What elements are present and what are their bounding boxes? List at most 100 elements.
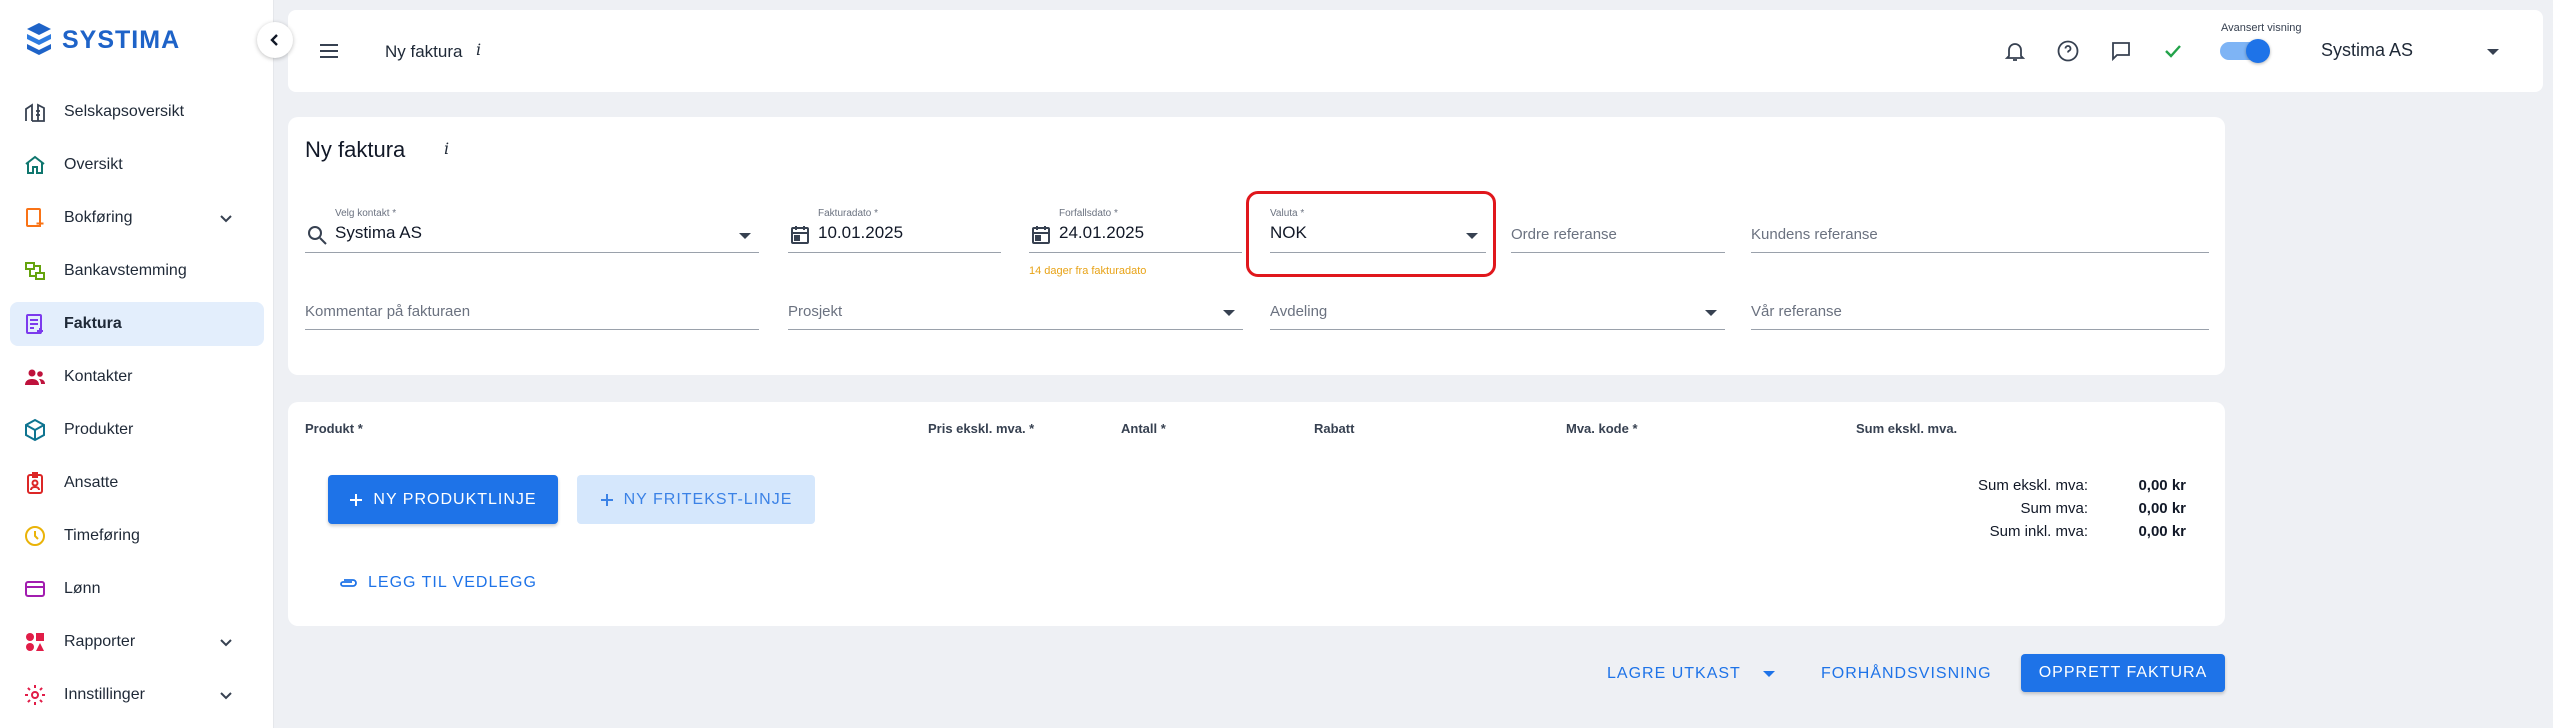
caret-down-icon[interactable] bbox=[2486, 48, 2500, 56]
logo-text: SYSTIMA bbox=[62, 25, 181, 54]
sidebar-item-oversikt[interactable]: Oversikt bbox=[10, 143, 264, 187]
systima-logo[interactable]: SYSTIMA bbox=[24, 20, 180, 60]
bank-reconcile-icon bbox=[22, 258, 48, 284]
caret-down-icon[interactable] bbox=[1762, 670, 1775, 678]
new-product-line-button[interactable]: NY PRODUKTLINJE bbox=[328, 475, 558, 524]
sidebar-item-label: Bankavstemming bbox=[64, 262, 187, 279]
sidebar-item-label: Innstillinger bbox=[64, 686, 145, 703]
company-select[interactable]: Systima AS bbox=[2321, 40, 2511, 61]
due-date-value: 24.01.2025 bbox=[1059, 223, 1145, 242]
column-header-price: Pris ekskl. mva. * bbox=[928, 421, 1035, 436]
menu-icon[interactable] bbox=[316, 38, 342, 64]
sidebar-item-timeforing[interactable]: Timeføring bbox=[10, 514, 264, 558]
info-icon[interactable]: i bbox=[444, 139, 449, 158]
invoice-date-field[interactable]: Fakturadato * 10.01.2025 bbox=[788, 205, 1001, 253]
invoice-date-value: 10.01.2025 bbox=[818, 223, 904, 242]
department-placeholder: Avdeling bbox=[1270, 303, 1328, 320]
sum-vat-value: 0,00 kr bbox=[2138, 500, 2186, 517]
help-button[interactable] bbox=[2053, 36, 2083, 66]
column-header-sum: Sum ekskl. mva. bbox=[1856, 421, 1958, 436]
status-check bbox=[2158, 36, 2188, 66]
accounting-icon bbox=[22, 205, 48, 231]
sidebar: SYSTIMA Selskapsoversikt Oversikt Bokfør… bbox=[0, 0, 274, 728]
order-reference-placeholder: Ordre referanse bbox=[1511, 226, 1617, 243]
sidebar-item-selskapsoversikt[interactable]: Selskapsoversikt bbox=[10, 90, 264, 134]
sidebar-item-kontakter[interactable]: Kontakter bbox=[10, 355, 264, 399]
caret-down-icon bbox=[1705, 310, 1717, 316]
new-product-line-label: NY PRODUKTLINJE bbox=[373, 490, 537, 508]
advanced-view-label: Avansert visning bbox=[2221, 22, 2302, 34]
invoice-form-card: Ny faktura i Velg kontakt * Systima AS F… bbox=[288, 117, 2225, 375]
sum-vat-label: Sum mva: bbox=[2020, 500, 2088, 517]
sidebar-item-label: Selskapsoversikt bbox=[64, 103, 185, 120]
search-icon bbox=[308, 226, 327, 245]
chevron-down-icon[interactable] bbox=[218, 687, 234, 703]
form-title: Ny faktura bbox=[305, 137, 406, 162]
info-icon[interactable]: i bbox=[476, 40, 481, 59]
clock-icon bbox=[22, 523, 48, 549]
sidebar-item-label: Kontakter bbox=[64, 368, 133, 385]
reports-icon bbox=[22, 629, 48, 655]
chevron-down-icon[interactable] bbox=[218, 210, 234, 226]
preview-button[interactable]: FORHÅNDSVISNING bbox=[1821, 654, 1992, 694]
due-date-field[interactable]: Forfallsdato * 24.01.2025 bbox=[1029, 205, 1242, 253]
sidebar-item-bankavstemming[interactable]: Bankavstemming bbox=[10, 249, 264, 293]
column-header-product: Produkt * bbox=[305, 421, 363, 436]
sidebar-item-innstillinger[interactable]: Innstillinger bbox=[10, 673, 264, 717]
new-free-text-line-button[interactable]: NY FRITEKST-LINJE bbox=[577, 475, 815, 524]
order-reference-input[interactable]: Ordre referanse bbox=[1511, 205, 1725, 253]
sidebar-item-rapporter[interactable]: Rapporter bbox=[10, 620, 264, 664]
settings-icon bbox=[22, 682, 48, 708]
project-select[interactable]: Prosjekt bbox=[788, 282, 1243, 330]
comment-input[interactable]: Kommentar på fakturaen bbox=[305, 282, 759, 330]
chat-icon bbox=[2112, 42, 2130, 62]
toggle-thumb bbox=[2246, 39, 2270, 63]
advanced-view-toggle[interactable] bbox=[2220, 39, 2270, 63]
sum-incl-vat-label: Sum inkl. mva: bbox=[1989, 523, 2088, 540]
new-free-text-line-label: NY FRITEKST-LINJE bbox=[623, 490, 793, 508]
collapse-sidebar-button[interactable] bbox=[257, 22, 293, 58]
department-select[interactable]: Avdeling bbox=[1270, 282, 1725, 330]
sidebar-item-faktura[interactable]: Faktura bbox=[10, 302, 264, 346]
page-title: Ny faktura bbox=[385, 42, 463, 61]
contact-value: Systima AS bbox=[335, 223, 422, 242]
add-attachment-button[interactable]: LEGG TIL VEDLEGG bbox=[338, 568, 537, 598]
sum-incl-vat-value: 0,00 kr bbox=[2138, 523, 2186, 540]
column-header-discount: Rabatt bbox=[1314, 421, 1355, 436]
company-overview-icon bbox=[22, 99, 48, 125]
products-icon bbox=[22, 417, 48, 443]
save-draft-button[interactable]: LAGRE UTKAST bbox=[1607, 654, 1775, 694]
contact-label: Velg kontakt * bbox=[335, 208, 397, 219]
notifications-button[interactable] bbox=[2000, 36, 2030, 66]
sidebar-item-label: Ansatte bbox=[64, 474, 119, 491]
invoice-date-label: Fakturadato * bbox=[818, 208, 879, 219]
customer-reference-input[interactable]: Kundens referanse bbox=[1751, 205, 2209, 253]
chevron-down-icon[interactable] bbox=[218, 634, 234, 650]
preview-label: FORHÅNDSVISNING bbox=[1821, 665, 1992, 682]
column-header-vat-code: Mva. kode * bbox=[1566, 421, 1638, 436]
sidebar-item-label: Timeføring bbox=[64, 527, 140, 544]
create-invoice-label: OPPRETT FAKTURA bbox=[2038, 664, 2208, 681]
plus-icon bbox=[600, 493, 613, 506]
employees-icon bbox=[22, 470, 48, 496]
sidebar-item-lonn[interactable]: Lønn bbox=[10, 567, 264, 611]
invoice-icon bbox=[22, 311, 48, 337]
project-placeholder: Prosjekt bbox=[788, 303, 843, 320]
currency-highlight bbox=[1246, 191, 1496, 277]
due-date-helper: 14 dager fra fakturadato bbox=[1029, 265, 1147, 277]
sum-excl-vat-label: Sum ekskl. mva: bbox=[1977, 477, 2088, 494]
sidebar-nav: Selskapsoversikt Oversikt Bokføring Bank… bbox=[0, 90, 274, 726]
sidebar-item-ansatte[interactable]: Ansatte bbox=[10, 461, 264, 505]
bell-icon bbox=[2004, 43, 2026, 61]
check-icon bbox=[2165, 45, 2181, 58]
sidebar-item-bokforing[interactable]: Bokføring bbox=[10, 196, 264, 240]
contact-select[interactable]: Velg kontakt * Systima AS bbox=[305, 205, 759, 253]
caret-down-icon bbox=[1223, 310, 1235, 316]
comment-placeholder: Kommentar på fakturaen bbox=[305, 303, 471, 320]
sidebar-item-produkter[interactable]: Produkter bbox=[10, 408, 264, 452]
chat-button[interactable] bbox=[2106, 36, 2136, 66]
our-reference-input[interactable]: Vår referanse bbox=[1751, 282, 2209, 330]
sum-excl-vat-value: 0,00 kr bbox=[2138, 477, 2186, 494]
sidebar-item-label: Faktura bbox=[64, 315, 122, 332]
create-invoice-button[interactable]: OPPRETT FAKTURA bbox=[2021, 654, 2225, 692]
